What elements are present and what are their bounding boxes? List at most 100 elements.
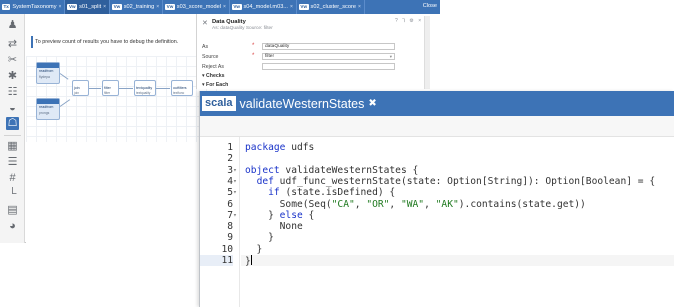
for-each-section-toggle[interactable]: ▾ For Each [202,82,228,88]
tab-validate-western-states[interactable]: scala validateWesternStates ✖ [200,91,377,116]
string-token: "WA" [400,198,425,210]
field-label: Reject As [202,64,224,70]
code-line[interactable]: object validateWesternStates { [245,165,418,176]
close-all-button[interactable]: Close [423,3,437,9]
checks-section-toggle[interactable]: ▾ Checks [202,73,225,79]
tab-s02-training[interactable]: Vw s02_training × [110,0,164,14]
close-icon[interactable]: × [358,4,361,10]
source-field-row: Source * filter ▾ [202,53,422,61]
attach-icon[interactable]: ✂ [6,54,19,67]
line-number: 5 [227,187,233,199]
close-icon[interactable]: × [59,4,62,10]
code-token: ).contains(state.get)) [458,198,586,210]
node-label: join [74,86,80,90]
code-token: , [424,198,436,210]
tab-s04-model[interactable]: Vw s04_model.m03... × [230,0,297,14]
tab-system-taxonomy[interactable]: Tx SystemTaxonomy × [0,0,66,14]
graph-node-textquality[interactable]: textquality textquality [134,80,156,96]
close-icon[interactable]: × [223,4,226,10]
view-badge-icon: Vw [112,4,122,10]
field-value: dataQuality [265,44,290,49]
code-token: udfs [285,142,315,153]
panel-subtitle: As: dataQuality Source: filter [212,26,273,31]
code-line[interactable]: Some(Seq("CA", "OR", "WA", "AK").contain… [245,199,586,210]
code-line[interactable]: } else { [245,210,314,221]
database-icon[interactable]: ☰ [6,156,19,169]
line-number: 6 [227,198,233,210]
scala-language-badge: scala [202,96,236,111]
line-number: 11 [200,255,233,266]
fold-toggle-icon[interactable]: ▾ [233,165,240,176]
fold-toggle-icon[interactable]: ▾ [233,210,240,221]
as-input[interactable]: dataQuality [262,43,395,50]
code-token: None [245,221,303,233]
code-token: (state.isDefined) { [279,187,396,199]
line-number: 2 [227,153,233,165]
tree-icon[interactable]: └ [6,188,19,201]
close-icon[interactable]: × [156,4,159,10]
users-icon[interactable]: ♟ [6,19,19,32]
panel-header-icons[interactable]: ? ⅂ ⚙ × [395,18,423,24]
globe-icon[interactable]: ◕ [6,220,19,233]
tab-label: s03_score_model [176,4,221,10]
node-subtitle: textquality [136,91,151,95]
code-line[interactable]: if (state.isDefined) { [245,187,395,198]
graph-node-readfrom-2[interactable]: readfrom prongs [36,98,60,120]
editor-tab-title: validateWesternStates [239,96,365,111]
close-icon[interactable]: ✖ [368,98,376,109]
code-line[interactable]: def udf_func_westernState(state: Option[… [245,175,656,187]
graph-node-filter[interactable]: filter filter [102,80,119,96]
code-line[interactable]: } [245,232,274,243]
code-line[interactable]: } [245,244,263,255]
settings-sliders-icon[interactable]: ☷ [6,86,19,99]
hierarchy-icon[interactable]: ☖ [6,117,19,130]
code-line[interactable]: package udfs [245,142,314,153]
grid-icon[interactable]: ▦ [6,140,19,153]
monitor-icon[interactable]: ◒ [6,102,19,115]
asterisk-icon[interactable]: ✱ [6,70,19,83]
line-number: 1 [227,142,233,153]
fold-toggle-icon[interactable]: ▾ [233,176,240,187]
panel-scrollbar[interactable] [424,16,430,89]
code-editor[interactable]: 1 2 3 ▾ 4 ▾ 5 ▾ 6 7 ▾ 8 9 10 11 package udfs object val… [200,137,674,307]
panel-title: Data Quality [212,19,246,25]
reject-as-input[interactable] [262,63,395,70]
transfer-icon[interactable]: ⇄ [6,38,19,51]
required-marker: * [252,53,255,59]
close-icon[interactable]: × [103,4,106,10]
view-badge-icon: Vw [231,4,242,10]
node-subtitle: textfunc [173,91,185,95]
background-tab-bar: Tx SystemTaxonomy × Vw s01_split × Vw s0… [0,0,440,14]
source-select[interactable]: filter ▾ [262,53,395,60]
line-number: 4 [227,175,233,187]
node-subtitle: flydepa [39,75,50,79]
graph-node-outfilters[interactable]: outfilters textfunc [171,80,193,96]
fold-toggle-icon[interactable]: ▾ [233,187,240,198]
code-token: udf_func_westernState(state: Option[Stri… [273,175,656,187]
code-token: , [389,198,401,210]
graph-node-readfrom[interactable]: readfrom flydepa [36,62,60,84]
node-label: readfrom [39,105,54,109]
line-number: 10 [221,243,233,255]
tab-s01-split[interactable]: Vw s01_split × [65,0,111,14]
flow-graph[interactable]: readfrom flydepa join join filter filter… [26,56,221,142]
graph-edge [89,88,101,89]
graph-edge [59,99,71,107]
code-token: Some(Seq( [245,198,332,210]
hash-icon[interactable]: # [6,172,19,185]
tab-s02-cluster-score[interactable]: Vw s02_cluster_score × [297,0,365,14]
sidebar-divider [4,135,21,136]
field-label: As [202,44,209,50]
code-token: } [245,209,280,221]
close-icon[interactable]: × [290,4,293,10]
code-line[interactable]: } [241,255,674,267]
tab-s03-score-model[interactable]: Vw s03_score_model × [163,0,230,14]
tab-label: s02_training [123,4,155,10]
graph-edge [59,73,69,80]
code-line[interactable]: None [245,221,303,232]
graph-node-join[interactable]: join join [72,80,89,96]
line-number-gutter: 1 2 3 ▾ 4 ▾ 5 ▾ 6 7 ▾ 8 9 10 11 [200,137,240,307]
storage-icon[interactable]: ▤ [6,204,19,217]
